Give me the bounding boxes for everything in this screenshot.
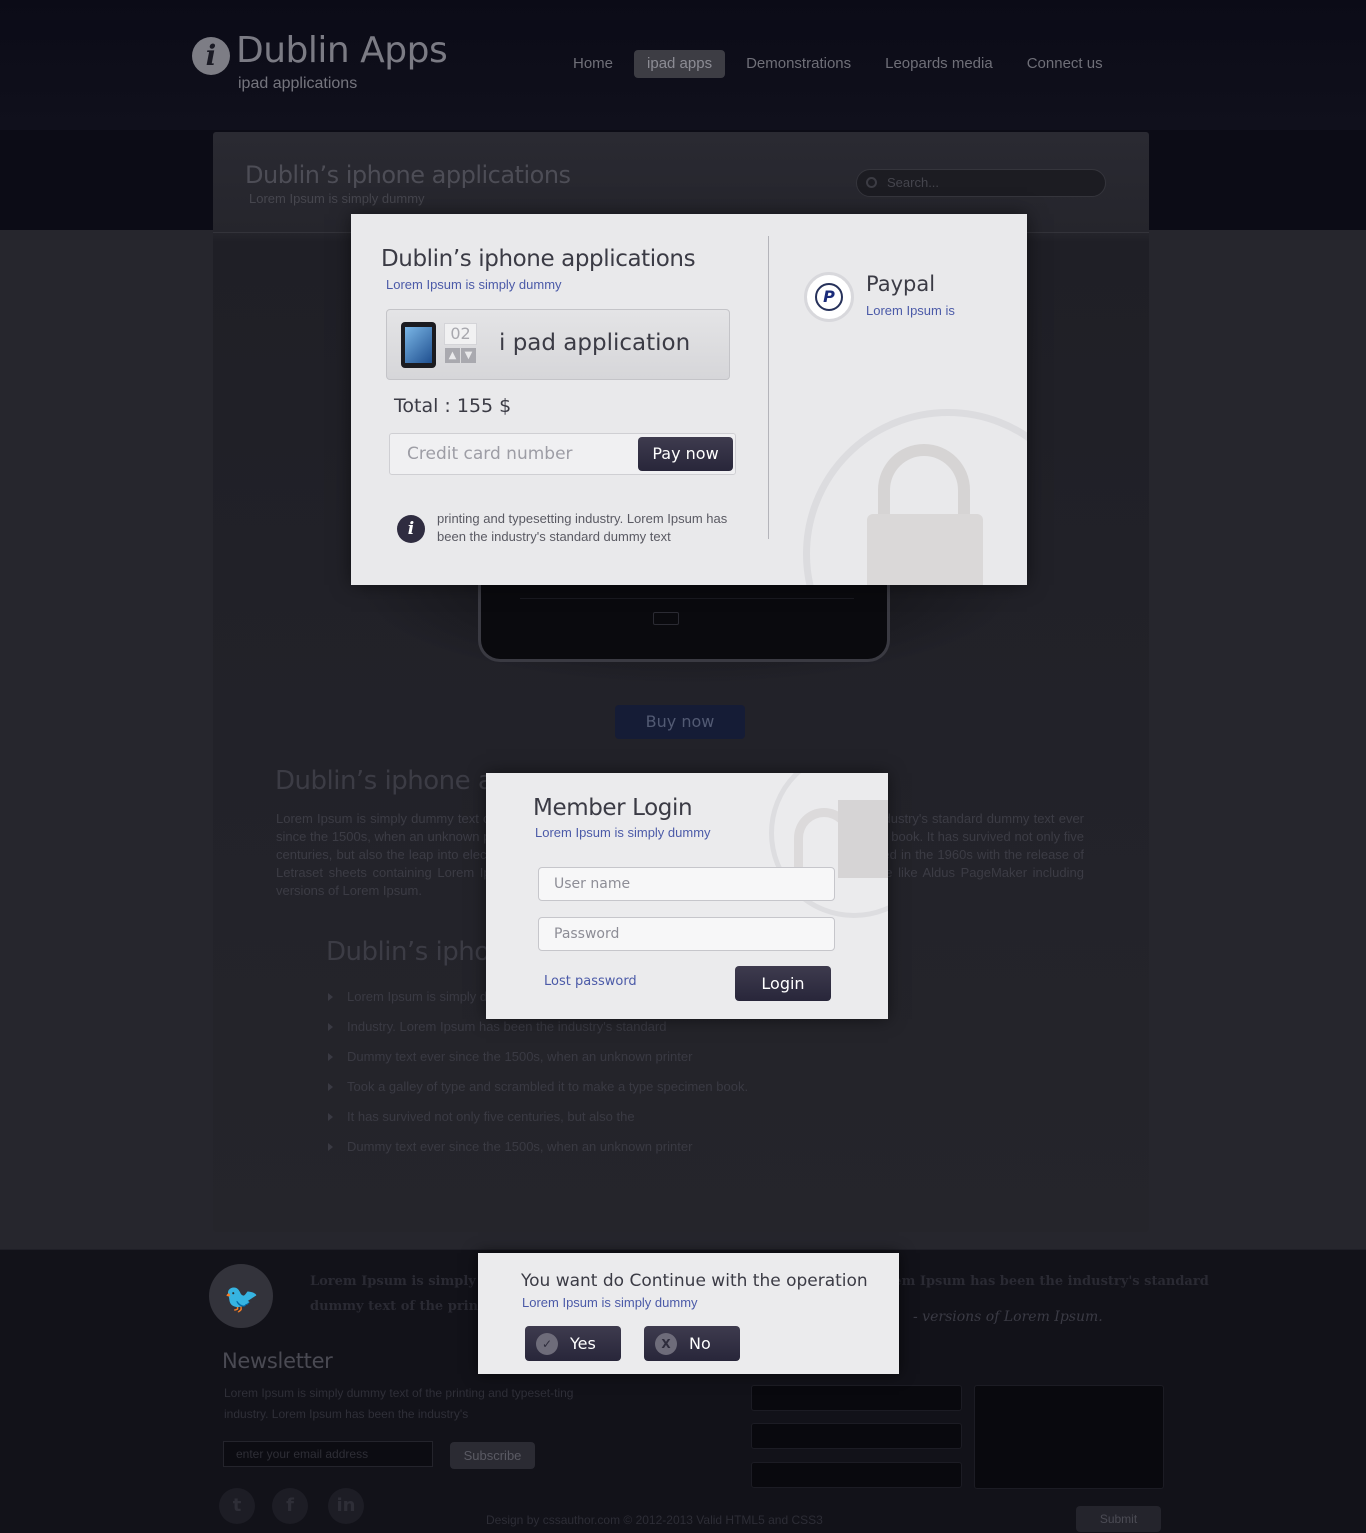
payment-subtitle: Lorem Ipsum is simply dummy	[386, 277, 562, 292]
facebook-icon[interactable]: f	[272, 1488, 308, 1524]
confirm-title: You want do Continue with the operation	[521, 1271, 868, 1291]
list-item: Dummy text ever since the 1500s, when an…	[326, 1138, 748, 1168]
paypal-icon: P	[815, 283, 843, 311]
login-title: Member Login	[533, 795, 693, 821]
lock-icon	[867, 514, 983, 585]
submit-button[interactable]: Submit	[1076, 1506, 1161, 1532]
payment-modal: Dublin’s iphone applications Lorem Ipsum…	[351, 214, 1027, 585]
site-subtitle: ipad applications	[238, 75, 358, 92]
contact-subject-field[interactable]	[751, 1462, 962, 1488]
ipad-icon	[401, 322, 436, 368]
newsletter-title: Newsletter	[222, 1349, 333, 1373]
device-screen-edge	[520, 598, 854, 618]
username-field[interactable]: User name	[538, 867, 835, 901]
quantity-value[interactable]: 02	[444, 323, 477, 345]
info-icon: i	[397, 515, 425, 543]
nav-ipad-apps[interactable]: ipad apps	[634, 50, 726, 78]
linkedin-icon[interactable]: in	[328, 1488, 364, 1524]
article-heading: Dublin’s iphone a	[275, 766, 494, 796]
yes-label: Yes	[570, 1334, 596, 1353]
tweet-attribution: - versions of Lorem Ipsum.	[913, 1309, 1103, 1325]
vertical-divider	[768, 236, 769, 539]
list-item: Dummy text ever since the 1500s, when an…	[326, 1048, 748, 1078]
nav-leopards-media[interactable]: Leopards media	[872, 50, 1006, 78]
order-total: Total : 155 $	[394, 395, 512, 417]
page-title: Dublin’s iphone applications	[245, 161, 571, 189]
buy-now-button[interactable]: Buy now	[615, 705, 745, 739]
payment-title: Dublin’s iphone applications	[381, 246, 696, 272]
device-home-button	[653, 612, 679, 625]
quantity-up-icon[interactable]: ▲	[445, 348, 460, 363]
login-modal: Member Login Lorem Ipsum is simply dummy…	[486, 773, 888, 1019]
site-title[interactable]: Dublin Apps	[236, 30, 448, 71]
contact-name-field[interactable]	[751, 1385, 962, 1411]
list-item: Industry. Lorem Ipsum has been the indus…	[326, 1018, 748, 1048]
credit-card-form: Credit card number Pay now	[389, 433, 736, 475]
quantity-down-icon[interactable]: ▼	[461, 348, 476, 363]
confirm-modal: You want do Continue with the operation …	[478, 1253, 899, 1374]
confirm-subtitle: Lorem Ipsum is simply dummy	[522, 1295, 698, 1310]
check-icon: ✓	[536, 1333, 558, 1355]
nav-demonstrations[interactable]: Demonstrations	[733, 50, 864, 78]
close-icon: X	[655, 1333, 677, 1355]
paypal-title[interactable]: Paypal	[866, 272, 935, 296]
paypal-option[interactable]: P	[804, 272, 854, 322]
nav-home[interactable]: Home	[560, 50, 626, 78]
lost-password-link[interactable]: Lost password	[544, 974, 637, 989]
no-button[interactable]: X No	[644, 1326, 740, 1361]
twitter-bird-icon: 🐦	[224, 1282, 259, 1315]
list-item: Took a galley of type and scrambled it t…	[326, 1078, 748, 1108]
contact-message-field[interactable]	[974, 1385, 1164, 1489]
credit-card-input[interactable]: Credit card number	[407, 444, 573, 464]
contact-email-field[interactable]	[751, 1423, 962, 1449]
main-nav: Home ipad apps Demonstrations Leopards m…	[560, 50, 1124, 78]
yes-button[interactable]: ✓ Yes	[525, 1326, 621, 1361]
no-label: No	[689, 1334, 711, 1353]
lock-icon	[838, 800, 888, 878]
subscribe-button[interactable]: Subscribe	[450, 1442, 535, 1469]
paypal-subtitle: Lorem Ipsum is	[866, 303, 955, 318]
cart-item: 02 ▲ ▼ i pad application	[386, 309, 730, 380]
info-text: printing and typesetting industry. Lorem…	[437, 511, 728, 544]
list-item: It has survived not only five centuries,…	[326, 1108, 748, 1138]
copyright: Design by cssauthor.com © 2012-2013 Vali…	[486, 1513, 823, 1527]
page-subtitle: Lorem Ipsum is simply dummy	[249, 191, 425, 206]
newsletter-text: Lorem Ipsum is simply dummy text of the …	[224, 1386, 574, 1421]
password-field[interactable]: Password	[538, 917, 835, 951]
search-input[interactable]: Search...	[856, 169, 1106, 197]
item-name: i pad application	[499, 330, 691, 356]
twitter-icon[interactable]: t	[219, 1488, 255, 1524]
email-field[interactable]: enter your email address	[223, 1441, 433, 1467]
search-icon	[866, 177, 877, 188]
nav-connect-us[interactable]: Connect us	[1014, 50, 1116, 78]
article-subheading: Dublin’s ipho	[326, 937, 490, 967]
login-subtitle: Lorem Ipsum is simply dummy	[535, 825, 711, 840]
login-button[interactable]: Login	[735, 966, 831, 1001]
logo-icon[interactable]: i	[192, 37, 230, 75]
pay-now-button[interactable]: Pay now	[638, 437, 733, 471]
